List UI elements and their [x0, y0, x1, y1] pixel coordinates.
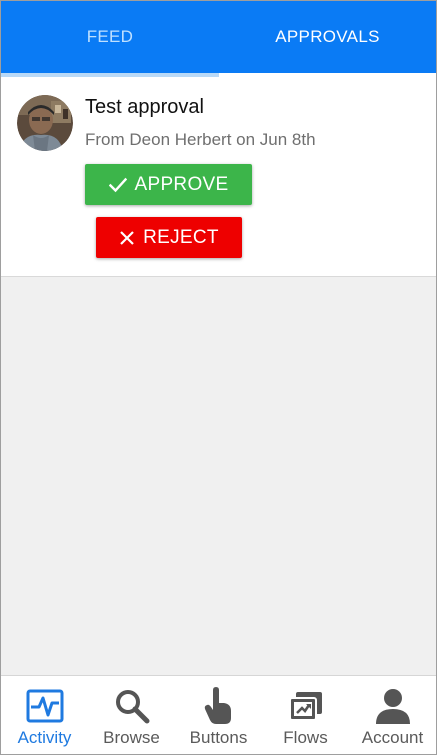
checkmark-icon — [108, 177, 127, 192]
nav-item-flows[interactable]: Flows — [262, 676, 349, 754]
nav-item-activity[interactable]: Activity — [1, 676, 88, 754]
tab-approvals[interactable]: APPROVALS — [219, 1, 436, 73]
app-window: FEED APPROVALS Test approval From Deon H… — [0, 0, 437, 755]
search-icon — [112, 686, 152, 726]
approval-subtitle: From Deon Herbert on Jun 8th — [85, 130, 316, 149]
reject-button[interactable]: REJECT — [96, 217, 242, 258]
nav-label-activity: Activity — [17, 728, 72, 747]
bottom-nav: Activity Browse Buttons Flows Account — [1, 675, 436, 754]
avatar-photo — [17, 95, 73, 151]
approval-title: Test approval — [85, 96, 204, 118]
approve-label: APPROVE — [134, 173, 229, 195]
close-icon — [120, 230, 134, 245]
person-icon — [373, 686, 413, 726]
approve-button[interactable]: APPROVE — [85, 164, 252, 205]
nav-label-account: Account — [361, 728, 424, 747]
nav-label-browse: Browse — [103, 728, 160, 747]
avatar — [17, 95, 73, 151]
top-tab-bar: FEED APPROVALS — [1, 1, 436, 77]
touch-icon — [199, 686, 239, 726]
nav-label-flows: Flows — [283, 728, 328, 747]
nav-item-buttons[interactable]: Buttons — [175, 676, 262, 754]
nav-item-account[interactable]: Account — [349, 676, 436, 754]
approval-card: Test approval From Deon Herbert on Jun 8… — [1, 77, 436, 277]
tab-feed[interactable]: FEED — [1, 1, 219, 73]
nav-item-browse[interactable]: Browse — [88, 676, 175, 754]
flows-icon — [286, 686, 326, 726]
reject-label: REJECT — [143, 226, 219, 248]
activity-icon — [25, 686, 65, 726]
nav-label-buttons: Buttons — [189, 728, 248, 747]
